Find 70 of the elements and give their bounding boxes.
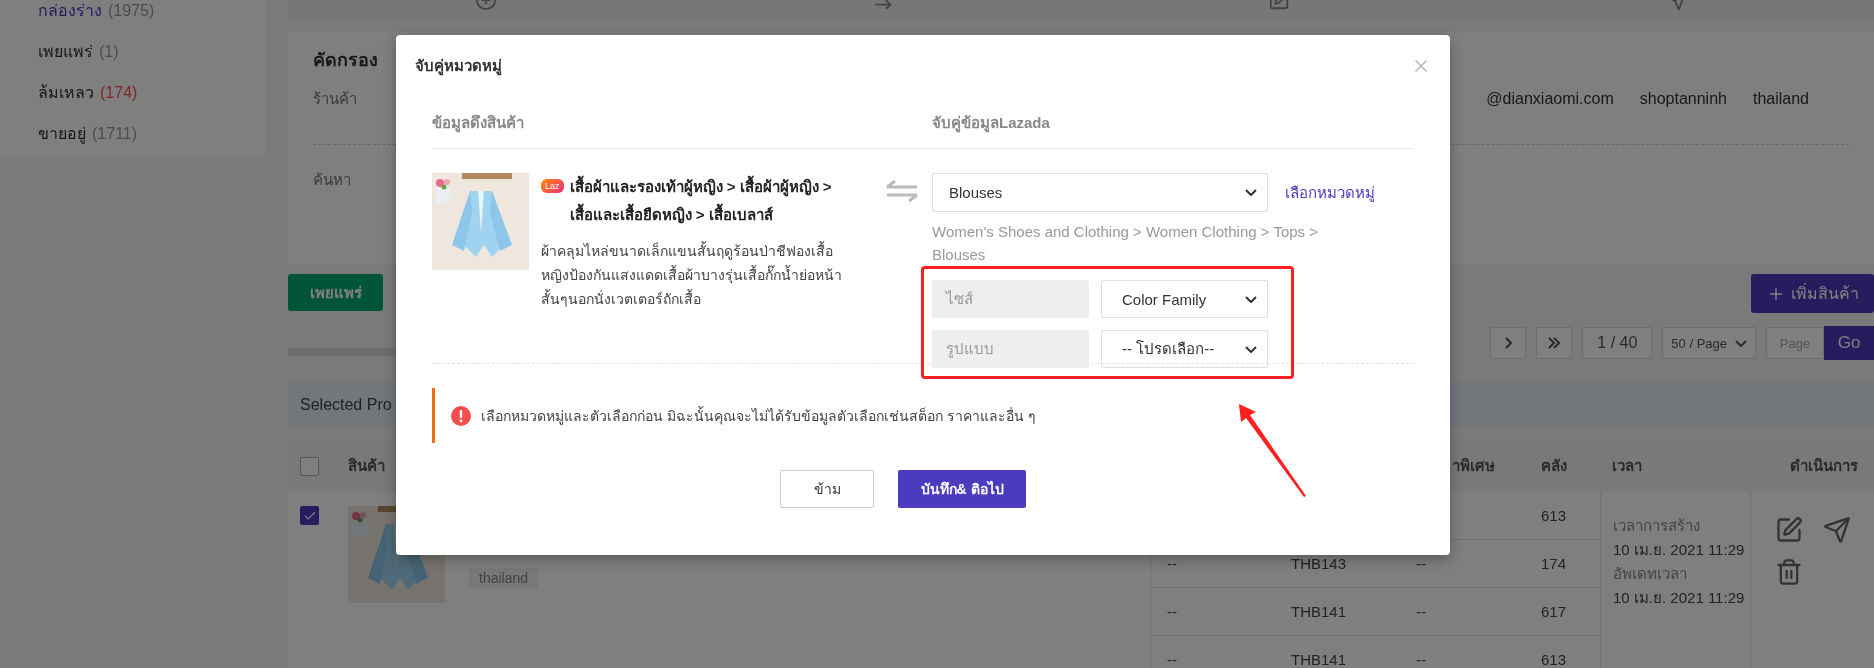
sidebar-item[interactable]: ล้มเหลว: [38, 80, 94, 105]
filter-title: คัดกรอง: [313, 49, 378, 72]
column-header: เวลา: [1612, 456, 1642, 476]
page-indicator: 1 / 40: [1582, 327, 1653, 359]
send-icon[interactable]: [1823, 516, 1851, 544]
table-cell: --: [1416, 651, 1426, 668]
variation-select[interactable]: -- โปรดเลือก--: [1101, 330, 1268, 368]
chevron-down-icon: [1245, 345, 1257, 353]
variation-name-field: ไซส์: [932, 280, 1089, 318]
table-cell: THB141: [1291, 603, 1347, 620]
sidebar-item[interactable]: ขายอยู่: [38, 121, 86, 146]
time-text: อัพเดทเวลา: [1613, 564, 1688, 584]
sidebar-item[interactable]: เพยแพร่: [38, 39, 93, 64]
selection-text: Selected Pro: [300, 395, 392, 414]
item-count: (174): [100, 83, 138, 102]
category-select[interactable]: Blouses: [932, 173, 1268, 212]
chevron-down-icon: [1245, 189, 1257, 196]
shop-option[interactable]: @dianxiaomi.com: [1486, 90, 1614, 108]
shop-option[interactable]: thailand: [1752, 90, 1809, 108]
page-size-select[interactable]: 50 / Page: [1662, 327, 1756, 359]
column-header: ดำเนินการ: [1790, 456, 1858, 476]
last-page-button[interactable]: [1536, 327, 1573, 359]
double-chevron-icon: [1548, 337, 1561, 349]
go-button[interactable]: Go: [1824, 326, 1874, 360]
table-cell: 613: [1541, 507, 1567, 524]
notice-text: เลือกหมวดหมู่และตัวเลือกก่อน มิฉะนั้นคุณจะไม่ได้รับข้อมูลตัวเลือกเช่นสต็อก ราคาและอื่น ๆ: [481, 405, 1036, 427]
checkbox[interactable]: [300, 456, 319, 476]
column-heading: ข้อมูลดึงสินค้า: [432, 112, 525, 135]
swap-icon: [885, 179, 919, 203]
table-cell: --: [1416, 603, 1426, 620]
laz-badge: Laz: [541, 179, 564, 193]
table-cell: --: [1167, 555, 1177, 572]
variation-select[interactable]: Color Family: [1101, 280, 1268, 318]
add-product-button[interactable]: เพิ่มสินค้า: [1751, 274, 1874, 313]
time-text: 10 เม.ย. 2021 11:29: [1613, 588, 1746, 608]
column-header: สินค้า: [348, 456, 385, 476]
chevron-down-icon: [1245, 295, 1257, 303]
category-path: Women's Shoes and Clothing > Women Clothing > Tops > Blouses: [932, 222, 1319, 265]
table-cell: THB141: [1291, 651, 1347, 668]
table-cell: --: [1416, 555, 1426, 572]
trash-icon[interactable]: [1775, 558, 1803, 586]
column-header: คลัง: [1541, 456, 1567, 476]
alert-icon: [451, 405, 471, 426]
table-cell: 617: [1541, 603, 1567, 620]
edit-icon[interactable]: [1775, 516, 1803, 544]
time-text: เวลาการสร้าง: [1613, 516, 1701, 536]
table-cell: --: [1167, 603, 1177, 620]
choose-category-link[interactable]: เลือกหมวดหมู่: [1285, 180, 1375, 205]
table-cell: 613: [1541, 651, 1567, 668]
publish-button[interactable]: เพยแพร่: [288, 274, 383, 311]
time-text: 10 เม.ย. 2021 11:29: [1613, 540, 1746, 560]
table-cell: --: [1167, 651, 1177, 668]
column-heading: จับคู่ข้อมูลLazada: [932, 112, 1050, 135]
table-cell: THB143: [1291, 555, 1347, 572]
dialog-title: จับคู่หมวดหมู่: [415, 56, 502, 78]
save-next-button[interactable]: บันทึก& ติอไป: [898, 470, 1026, 508]
filter-label: ร้านค้า: [313, 89, 358, 109]
table-cell: 174: [1541, 555, 1567, 572]
source-category: เสื้อผ้าและรองเท้าผู้หญิง > เสื้อผ้าผู้หญิง > เสื้อและเสื้อยืดหญิง > เสื้อเบลาส์: [569, 173, 851, 229]
sidebar-item[interactable]: กล่องร่าง: [38, 0, 102, 23]
skip-button[interactable]: ข้าม: [780, 470, 874, 508]
column-header: าพิเศษ: [1452, 456, 1495, 476]
chevron-down-icon: [1735, 339, 1747, 347]
product-title: ผ้าคลุมไหล่ขนาดเล็กแขนสั้นฤดูร้อนป่าชีฟองเสื้อหญิงป้องกันแสงแดดเสื้อผ้าบางรุ่นเสื้อกั๊กน้ำย่อหน้าสั้นๆนอกนั่งเวตเตอร์ถักเสื้อ: [541, 240, 843, 309]
checkbox[interactable]: [300, 506, 319, 525]
next-page-button[interactable]: [1490, 327, 1527, 359]
shop-option[interactable]: shoptanninh: [1639, 90, 1727, 108]
chevron-right-icon: [1504, 337, 1512, 349]
variation-name-field: รูปแบบ: [932, 330, 1089, 368]
filter-label: ค้นหา: [313, 169, 352, 190]
